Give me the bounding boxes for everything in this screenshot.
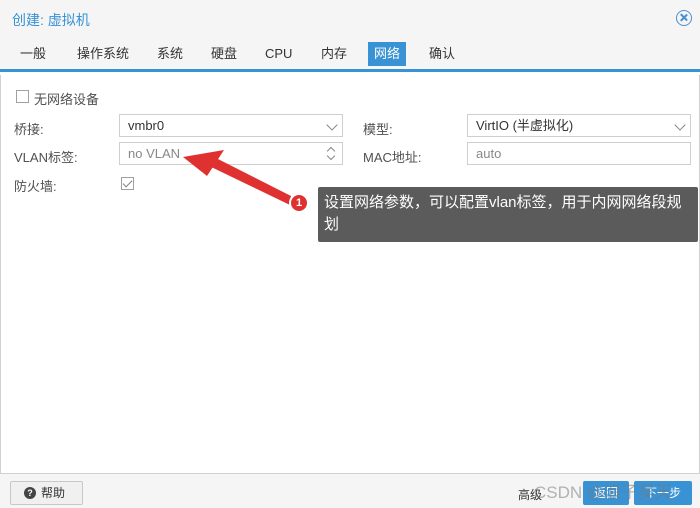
annotation-text: 设置网络参数，可以配置vlan标签，用于内网网络段规划 [324,194,682,233]
help-button[interactable]: ? 帮助 [10,481,83,505]
advanced-label[interactable]: 高级 [518,486,542,503]
help-button-label: 帮助 [41,486,66,500]
question-icon: ? [24,487,36,499]
annotation-callout: 设置网络参数，可以配置vlan标签，用于内网网络段规划 [318,187,698,242]
annotation-arrow [183,150,291,205]
annotation-number-badge: 1 [289,193,309,213]
dialog-footer: ? 帮助 高级 返回 下一步 [0,473,700,508]
back-button[interactable]: 返回 [583,481,629,505]
next-button[interactable]: 下一步 [634,481,692,505]
